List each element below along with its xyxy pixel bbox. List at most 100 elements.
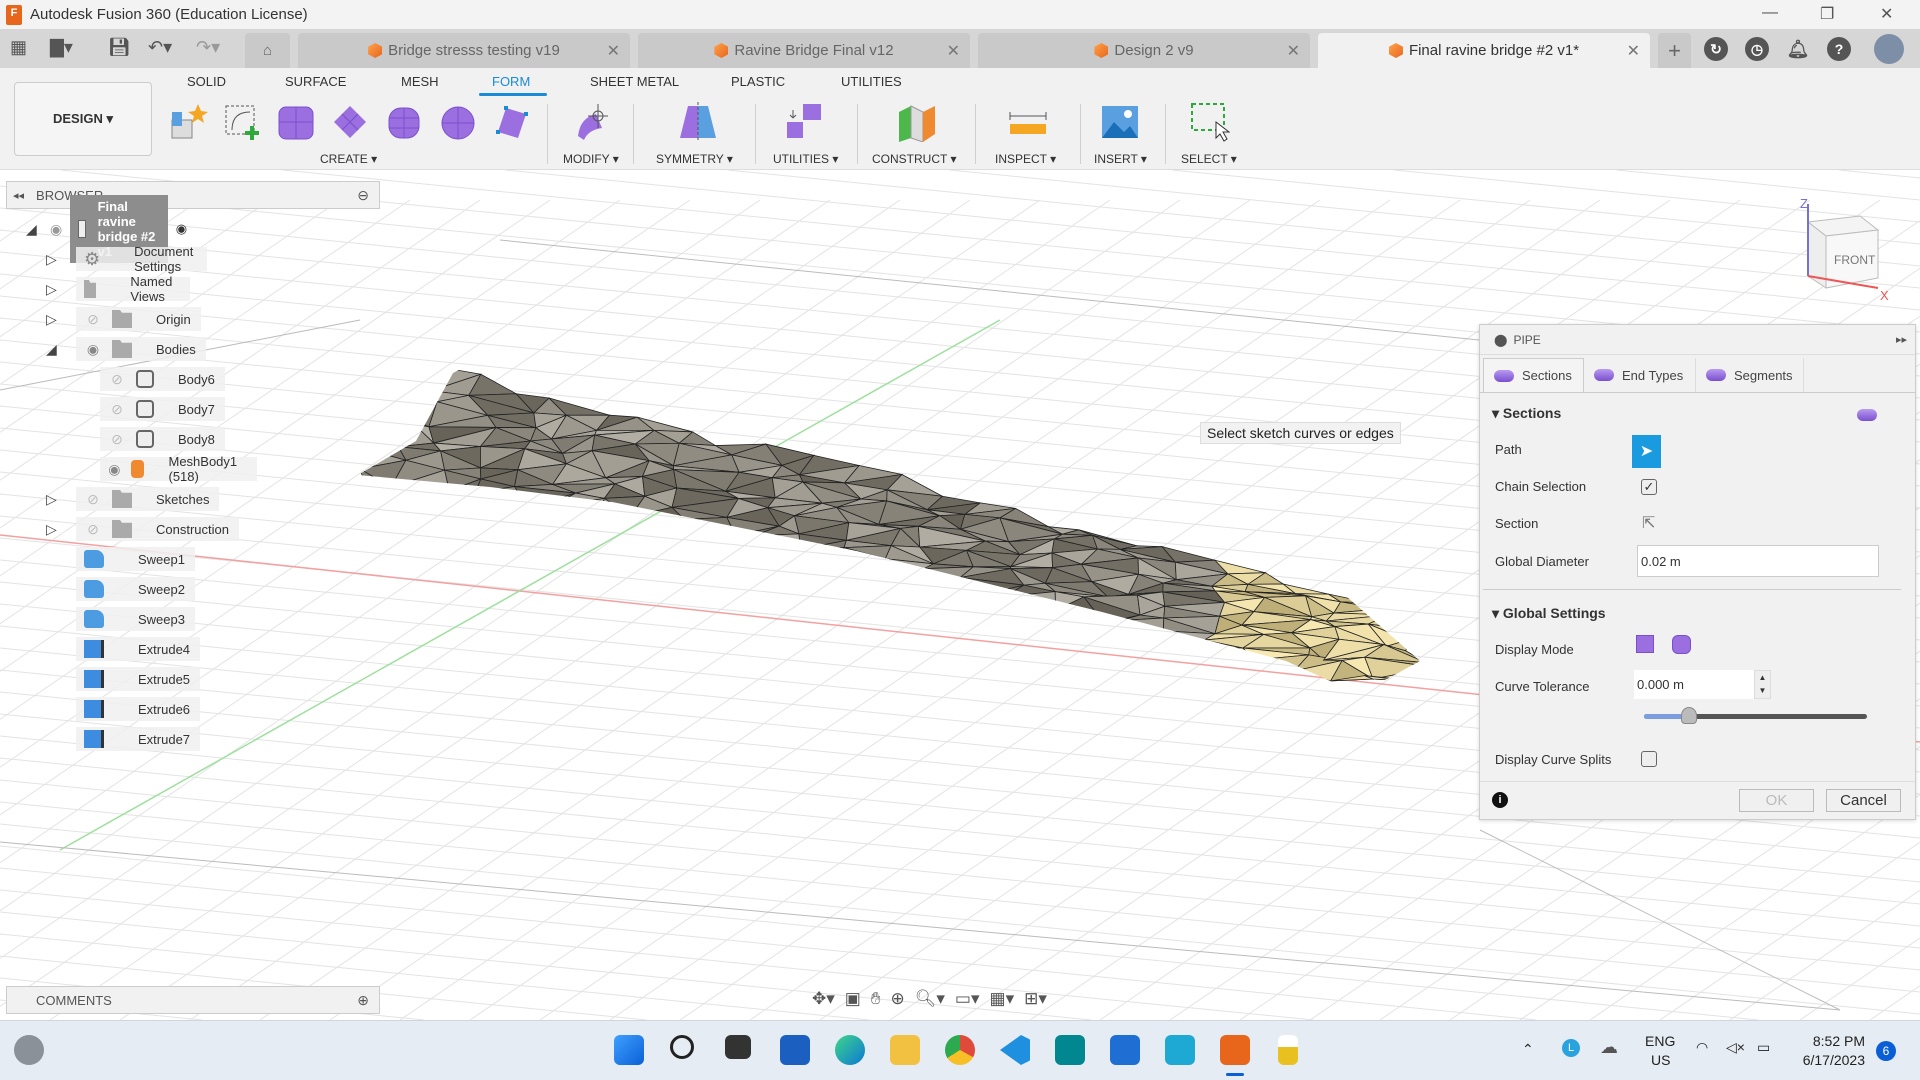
browser-item[interactable]: Sweep2	[50, 577, 195, 601]
arduino-icon[interactable]	[1055, 1035, 1085, 1065]
show-hidden-icons[interactable]: ⌃	[1522, 1041, 1534, 1058]
select-menu[interactable]: SELECT ▾	[1181, 152, 1237, 166]
mesh-face[interactable]	[971, 595, 1005, 607]
section-select-cursor-icon[interactable]: ⇱	[1642, 513, 1655, 533]
browser-item[interactable]: ▷ ⊘ Sketches	[46, 487, 220, 511]
utilities-form-icon[interactable]	[785, 102, 825, 142]
tab-utilities[interactable]: UTILITIES	[841, 74, 902, 89]
new-tab-button[interactable]: +	[1658, 33, 1691, 68]
mesh-face[interactable]	[528, 492, 576, 509]
expand-triangle-icon[interactable]: ▷	[46, 311, 57, 328]
new-component-icon[interactable]	[168, 102, 208, 142]
mesh-face[interactable]	[515, 507, 552, 528]
tab-sheet-metal[interactable]: SHEET METAL	[590, 74, 679, 89]
close-tab-icon[interactable]: ✕	[947, 41, 960, 61]
mesh-face[interactable]	[568, 519, 599, 535]
browser-item[interactable]: ◢ ◉ Bodies	[46, 337, 206, 361]
wifi-icon[interactable]: ◠	[1696, 1039, 1708, 1056]
mesh-face[interactable]	[1052, 614, 1105, 633]
mesh-face[interactable]	[998, 596, 1056, 612]
item-body[interactable]: ⊘ Body7	[100, 397, 225, 421]
doc-tab-1[interactable]: Bridge stresss testing v19 ✕	[298, 33, 630, 68]
close-icon[interactable]: ✕	[1880, 4, 1893, 24]
help-icon[interactable]: ?	[1827, 37, 1851, 61]
language-indicator[interactable]: ENG	[1645, 1033, 1675, 1049]
slider-handle[interactable]	[1680, 707, 1697, 724]
notification-badge[interactable]: 6	[1876, 1041, 1896, 1061]
browser-item[interactable]: Sweep3	[50, 607, 195, 631]
sections-group-toggle[interactable]: ▾ Sections	[1492, 405, 1561, 422]
global-diameter-input[interactable]	[1637, 545, 1879, 577]
doc-tab-4-active[interactable]: Final ravine bridge #2 v1* ✕	[1318, 33, 1650, 68]
doc-tab-3[interactable]: Design 2 v9 ✕	[978, 33, 1310, 68]
restore-icon[interactable]: ❐	[1820, 4, 1834, 24]
activate-radio-icon[interactable]: ◉	[176, 221, 187, 237]
apps-grid-icon[interactable]: ▦	[10, 37, 27, 58]
mesh-face[interactable]	[1169, 639, 1215, 649]
symmetry-icon[interactable]	[678, 102, 718, 142]
item-body[interactable]: Extrude6	[76, 697, 201, 721]
start-icon[interactable]	[614, 1035, 644, 1065]
select-icon[interactable]	[1190, 102, 1230, 142]
clock-time[interactable]: 8:52 PM	[1797, 1033, 1865, 1049]
item-body[interactable]: Extrude7	[76, 727, 201, 751]
sphere-form-icon[interactable]	[438, 102, 478, 142]
browser-item[interactable]: ▷ ⊘ Origin	[46, 307, 201, 331]
mesh-face[interactable]	[548, 506, 600, 532]
item-body[interactable]: ⊘ Origin	[76, 307, 201, 331]
minimize-icon[interactable]: —	[1762, 4, 1778, 22]
tab-form[interactable]: FORM	[492, 74, 530, 89]
mesh-face[interactable]	[390, 370, 432, 402]
box-form-icon[interactable]	[276, 102, 316, 142]
item-body[interactable]: Extrude4	[76, 637, 201, 661]
browser-item[interactable]: Extrude4	[50, 637, 201, 661]
orbit-icon[interactable]: ✥▾	[812, 989, 835, 1009]
browser-item[interactable]: ⊘ Body6	[100, 367, 225, 391]
smooth-display-mode-button[interactable]	[1672, 635, 1691, 654]
mesh-face[interactable]	[348, 359, 404, 372]
mesh-face[interactable]	[412, 390, 438, 403]
view-cube[interactable]: FRONT Z X	[1790, 196, 1890, 306]
mesh-face[interactable]	[389, 486, 450, 495]
cylinder-form-icon[interactable]	[384, 102, 424, 142]
widgets-icon[interactable]	[14, 1035, 44, 1065]
task-view-icon[interactable]	[725, 1035, 751, 1059]
item-body[interactable]: ◉ MeshBody1 (518)	[100, 454, 257, 484]
mesh-face[interactable]	[730, 558, 775, 565]
item-body[interactable]: Extrude5	[76, 667, 201, 691]
path-select-button[interactable]: ➤	[1632, 435, 1661, 468]
look-at-icon[interactable]: ▣	[845, 989, 861, 1009]
mesh-face[interactable]	[347, 384, 415, 409]
symmetry-menu[interactable]: SYMMETRY ▾	[656, 152, 733, 166]
flask-app-icon[interactable]	[1278, 1035, 1298, 1065]
mesh-face[interactable]	[354, 423, 416, 448]
user-avatar[interactable]	[1874, 34, 1904, 64]
mesh-face[interactable]	[473, 491, 529, 509]
app-wave-icon[interactable]	[1165, 1035, 1195, 1065]
browser-item[interactable]: Extrude5	[50, 667, 201, 691]
zoom-icon[interactable]: ⊕	[891, 989, 905, 1009]
extensions-icon[interactable]: ↻	[1704, 37, 1728, 61]
mesh-face[interactable]	[896, 568, 926, 580]
browser-item[interactable]: ⊘ Body8	[100, 427, 225, 451]
item-body[interactable]: Named Views	[76, 274, 190, 304]
display-curve-splits-checkbox[interactable]	[1641, 751, 1657, 767]
battery-icon[interactable]: ▭	[1757, 1039, 1770, 1056]
create-menu[interactable]: CREATE ▾	[320, 152, 377, 166]
info-icon[interactable]: i	[1492, 792, 1508, 808]
hidden-eye-icon[interactable]: ⊘	[82, 521, 104, 538]
modify-menu[interactable]: MODIFY ▾	[563, 152, 619, 166]
item-body[interactable]: ⊘ Body6	[100, 367, 225, 391]
visibility-eye-icon[interactable]: ◉	[50, 221, 62, 238]
file-icon[interactable]: ▇▾	[50, 37, 73, 58]
comments-panel-header[interactable]: COMMENTS ⊕	[6, 986, 380, 1014]
mesh-face[interactable]	[640, 541, 688, 551]
utilities-menu[interactable]: UTILITIES ▾	[773, 152, 838, 166]
item-body[interactable]: ⊘ Construction	[76, 517, 239, 541]
visibility-eye-icon[interactable]: ◉	[82, 341, 104, 358]
visibility-eye-icon[interactable]: ◉	[106, 461, 123, 478]
onedrive-icon[interactable]: ☁	[1600, 1037, 1618, 1058]
store-icon[interactable]	[780, 1035, 810, 1065]
home-button[interactable]: ⌂	[245, 33, 290, 68]
ok-button[interactable]: OK	[1739, 789, 1814, 812]
